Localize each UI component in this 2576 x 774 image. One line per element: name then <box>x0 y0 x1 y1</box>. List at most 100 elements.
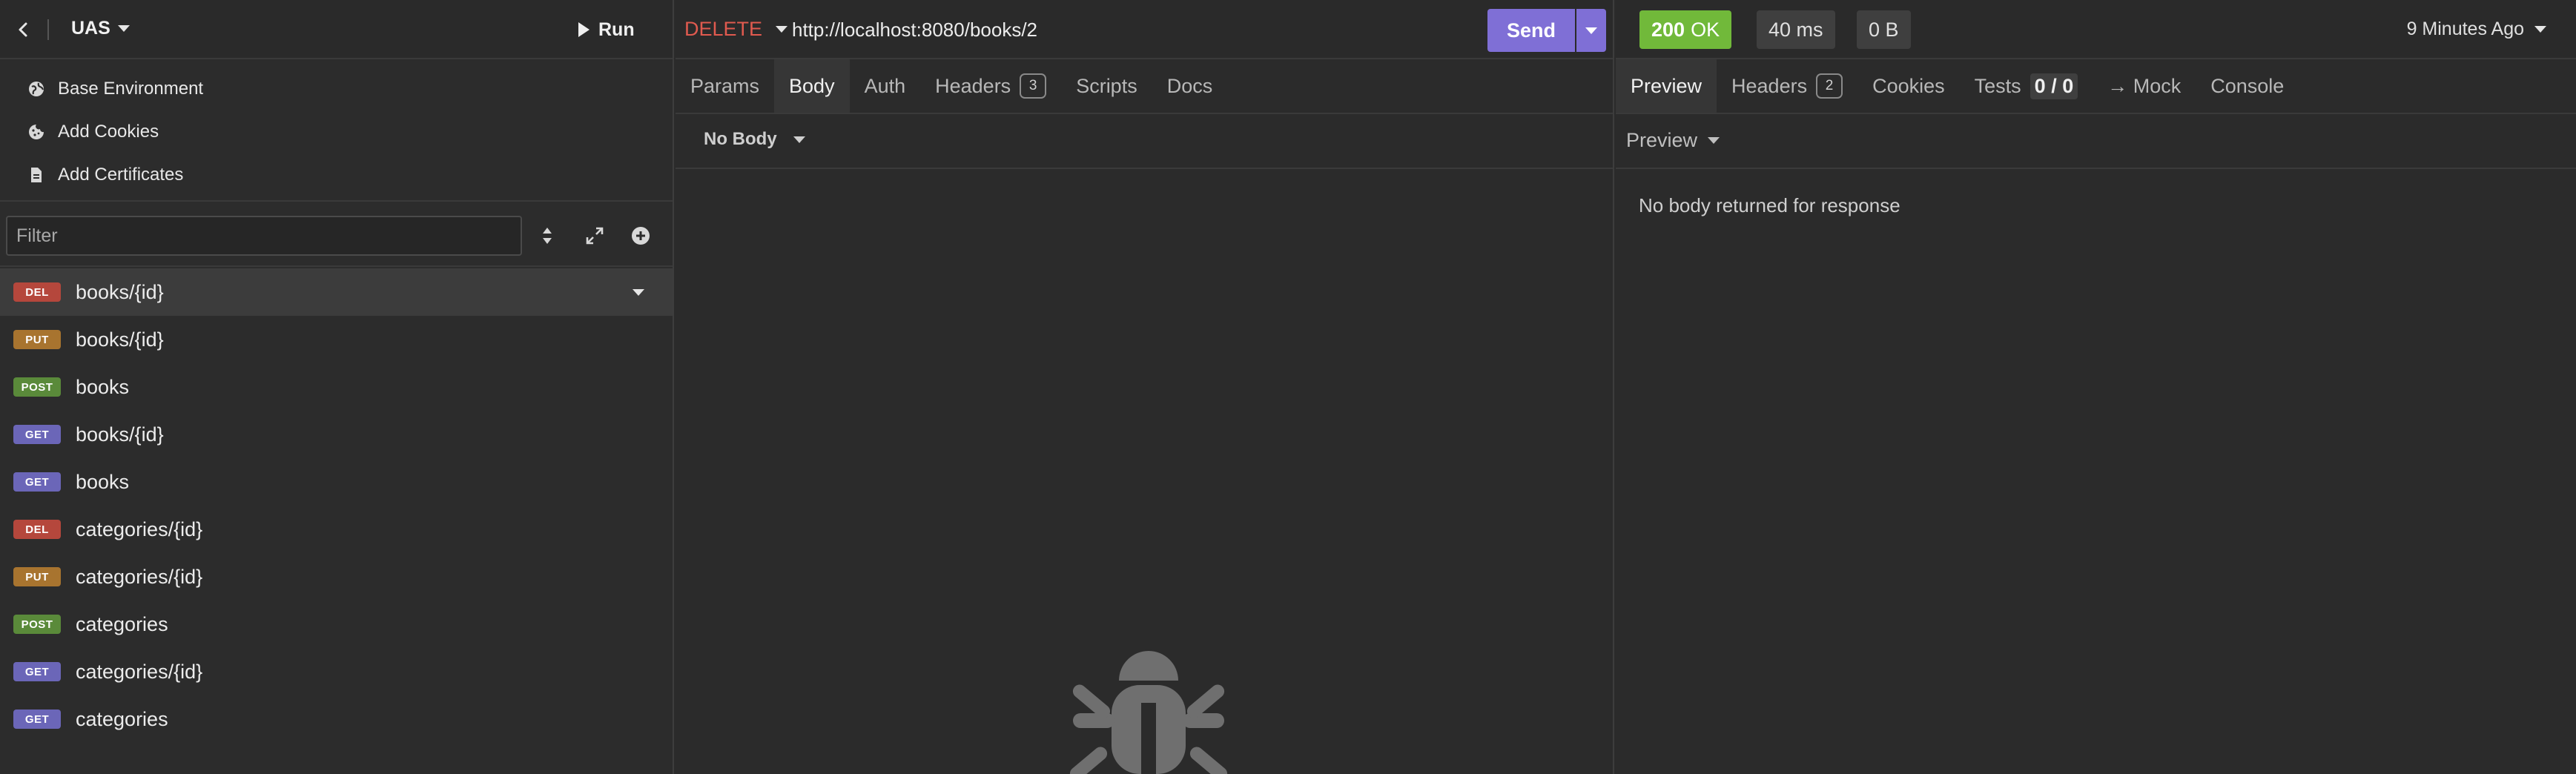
headers-count-badge: 3 <box>1020 73 1047 99</box>
request-pane: DELETE http://localhost:8080/books/2 Sen… <box>676 0 1614 774</box>
expand-icon[interactable] <box>581 222 608 249</box>
tab-label: → Mock <box>2107 74 2182 97</box>
send-options-button[interactable] <box>1576 9 1606 52</box>
method-select[interactable]: DELETE <box>684 18 788 41</box>
filter-row <box>0 203 673 267</box>
time-ago-label: 9 Minutes Ago <box>2406 19 2524 39</box>
request-item[interactable]: GET books <box>0 458 673 506</box>
divider <box>47 19 49 40</box>
tab-auth[interactable]: Auth <box>850 59 921 113</box>
url-input[interactable]: http://localhost:8080/books/2 <box>792 19 1037 42</box>
body-type-select[interactable]: No Body <box>704 129 805 150</box>
run-button[interactable]: Run <box>578 16 635 43</box>
request-item[interactable]: GET books/{id} <box>0 411 673 458</box>
request-item[interactable]: GET categories/{id} <box>0 648 673 695</box>
tests-count-badge: 0 / 0 <box>2030 73 2078 99</box>
send-label: Send <box>1506 19 1556 42</box>
caret-down-icon <box>2534 26 2546 33</box>
tab-tests[interactable]: Tests 0 / 0 <box>1960 59 2093 113</box>
preview-mode-label: Preview <box>1626 129 1698 151</box>
base-environment-item[interactable]: Base Environment <box>0 68 673 110</box>
tab-scripts[interactable]: Scripts <box>1061 59 1152 113</box>
time-badge: 40 ms <box>1757 10 1835 49</box>
body-type-bar: No Body <box>676 113 1613 169</box>
tab-label: Preview <box>1631 74 1703 97</box>
tab-body[interactable]: Body <box>774 59 850 113</box>
request-name: books/{id} <box>76 280 164 303</box>
request-item[interactable]: POST books <box>0 363 673 411</box>
request-name: books <box>76 375 130 398</box>
tab-headers[interactable]: Headers 3 <box>920 59 1061 113</box>
sort-icon[interactable] <box>534 222 561 249</box>
sidebar: UAS Run Base Environment Add Cookies Add… <box>0 0 674 774</box>
preview-mode-select[interactable]: Preview <box>1626 129 1720 152</box>
tab-label: Headers <box>935 74 1011 97</box>
caret-down-icon <box>1585 27 1597 34</box>
filter-input[interactable] <box>6 216 522 256</box>
globe-icon <box>25 78 47 100</box>
status-text: OK <box>1691 18 1720 41</box>
response-size: 0 B <box>1869 18 1899 41</box>
method-badge: POST <box>13 615 61 634</box>
tab-response-headers[interactable]: Headers 2 <box>1717 59 1857 113</box>
add-certificates-item[interactable]: Add Certificates <box>0 154 673 196</box>
back-chevron-icon[interactable] <box>12 18 36 42</box>
history-dropdown[interactable]: 9 Minutes Ago <box>2407 19 2546 40</box>
env-item-label: Base Environment <box>58 79 204 99</box>
response-time: 40 ms <box>1768 18 1823 41</box>
status-badge: 200 OK <box>1639 10 1732 49</box>
add-cookies-item[interactable]: Add Cookies <box>0 111 673 153</box>
method-badge: PUT <box>13 567 61 586</box>
caret-down-icon <box>1708 137 1720 144</box>
request-actions-caret-icon[interactable] <box>633 289 644 296</box>
size-badge: 0 B <box>1857 10 1911 49</box>
method-label: DELETE <box>684 18 763 40</box>
tab-label: Tests <box>1974 74 2021 97</box>
caret-down-icon <box>117 25 130 32</box>
send-button[interactable]: Send <box>1487 9 1575 52</box>
tab-label: Cookies <box>1872 74 1945 97</box>
method-badge: DEL <box>13 282 61 302</box>
request-name: categories/{id} <box>76 517 203 540</box>
request-item[interactable]: POST categories <box>0 601 673 648</box>
bug-icon <box>1069 651 1228 774</box>
url-bar: DELETE http://localhost:8080/books/2 Sen… <box>676 0 1613 59</box>
tab-label: Body <box>789 74 835 97</box>
tab-params[interactable]: Params <box>676 59 774 113</box>
response-pane: 200 OK 40 ms 0 B 9 Minutes Ago Preview H… <box>1616 0 2576 774</box>
tab-console[interactable]: Console <box>2196 59 2299 113</box>
app-window: UAS Run Base Environment Add Cookies Add… <box>0 0 2576 774</box>
request-name: categories <box>76 707 168 730</box>
caret-down-icon <box>776 26 788 33</box>
method-badge: GET <box>13 662 61 681</box>
request-list: DEL books/{id} PUT books/{id} POST books… <box>0 268 673 743</box>
tab-label: Auth <box>864 74 906 97</box>
add-circle-icon[interactable] <box>627 222 654 249</box>
status-code: 200 <box>1651 18 1685 41</box>
certificate-icon <box>25 164 47 186</box>
method-badge: GET <box>13 472 61 492</box>
method-badge: GET <box>13 710 61 729</box>
tab-docs[interactable]: Docs <box>1152 59 1228 113</box>
response-tabs: Preview Headers 2 Cookies Tests 0 / 0 → … <box>1616 59 2299 113</box>
body-type-label: No Body <box>704 129 777 149</box>
tab-mock[interactable]: → Mock <box>2093 59 2196 113</box>
tab-label: Console <box>2210 74 2285 97</box>
response-status-bar: 200 OK 40 ms 0 B 9 Minutes Ago <box>1616 0 2576 59</box>
tab-label: Docs <box>1166 74 1213 97</box>
request-item[interactable]: PUT books/{id} <box>0 316 673 363</box>
tab-cookies[interactable]: Cookies <box>1857 59 1960 113</box>
request-name: categories <box>76 612 168 635</box>
tab-label: Headers <box>1731 74 1808 97</box>
env-item-label: Add Cookies <box>58 122 159 142</box>
method-badge: PUT <box>13 330 61 349</box>
run-label: Run <box>598 19 635 40</box>
preview-mode-bar: Preview <box>1616 113 2576 169</box>
request-item[interactable]: DEL categories/{id} <box>0 506 673 553</box>
request-item[interactable]: GET categories <box>0 695 673 743</box>
request-item[interactable]: DEL books/{id} <box>0 268 673 316</box>
tab-preview[interactable]: Preview <box>1616 59 1717 113</box>
request-item[interactable]: PUT categories/{id} <box>0 553 673 601</box>
workspace-selector[interactable]: UAS <box>71 18 130 39</box>
request-tabs: Params Body Auth Headers 3 Scripts Docs <box>676 59 1227 113</box>
